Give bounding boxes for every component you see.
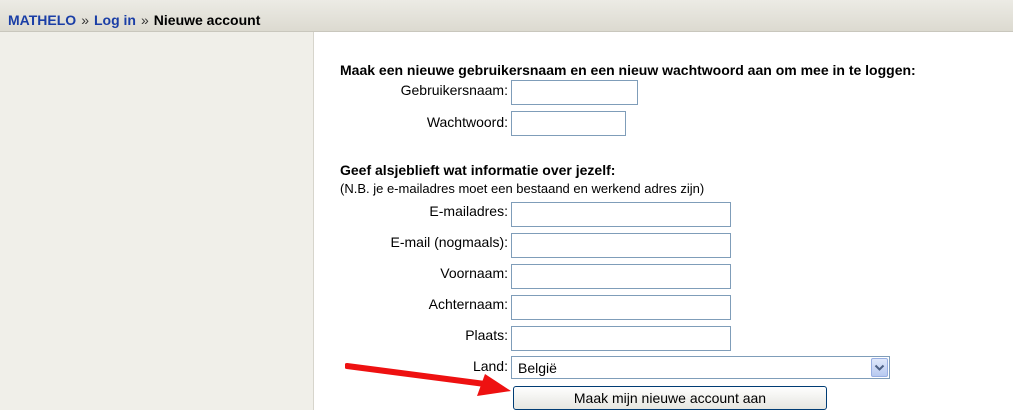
breadcrumb-link-mathelo[interactable]: MATHELO bbox=[8, 12, 76, 28]
country-select[interactable]: België bbox=[511, 356, 890, 379]
left-sidebar bbox=[0, 32, 314, 410]
breadcrumb: MATHELO» Log in» Nieuwe account bbox=[8, 12, 260, 28]
email-input[interactable] bbox=[511, 202, 731, 227]
create-account-button[interactable]: Maak mijn nieuwe account aan bbox=[513, 386, 827, 410]
email-label: E-mailadres: bbox=[429, 203, 508, 219]
password-input[interactable] bbox=[511, 111, 626, 136]
email-note: (N.B. je e-mailadres moet een bestaand e… bbox=[340, 181, 705, 196]
firstname-input[interactable] bbox=[511, 264, 731, 289]
dropdown-button[interactable] bbox=[871, 358, 888, 377]
navigation-bar: MATHELO» Log in» Nieuwe account bbox=[0, 0, 1013, 32]
country-selected-value: België bbox=[518, 360, 557, 376]
password-label: Wachtwoord: bbox=[426, 114, 508, 130]
breadcrumb-current: Nieuwe account bbox=[153, 12, 261, 28]
section-heading-login: Maak een nieuwe gebruikersnaam en een ni… bbox=[340, 62, 916, 78]
chevron-down-icon bbox=[874, 364, 885, 371]
firstname-label: Voornaam: bbox=[440, 265, 508, 281]
username-label: Gebruikersnaam: bbox=[400, 82, 508, 98]
email-confirm-label: E-mail (nogmaals): bbox=[390, 234, 508, 250]
red-arrow-icon bbox=[345, 363, 511, 396]
breadcrumb-link-login[interactable]: Log in bbox=[94, 12, 136, 28]
breadcrumb-separator: » bbox=[140, 12, 149, 28]
username-input[interactable] bbox=[511, 80, 638, 105]
section-heading-info: Geef alsjeblieft wat informatie over jez… bbox=[340, 162, 616, 178]
breadcrumb-separator: » bbox=[81, 12, 89, 28]
lastname-label: Achternaam: bbox=[428, 296, 508, 312]
city-label: Plaats: bbox=[465, 327, 508, 343]
city-input[interactable] bbox=[511, 326, 731, 351]
email-confirm-input[interactable] bbox=[511, 233, 731, 258]
lastname-input[interactable] bbox=[511, 295, 731, 320]
